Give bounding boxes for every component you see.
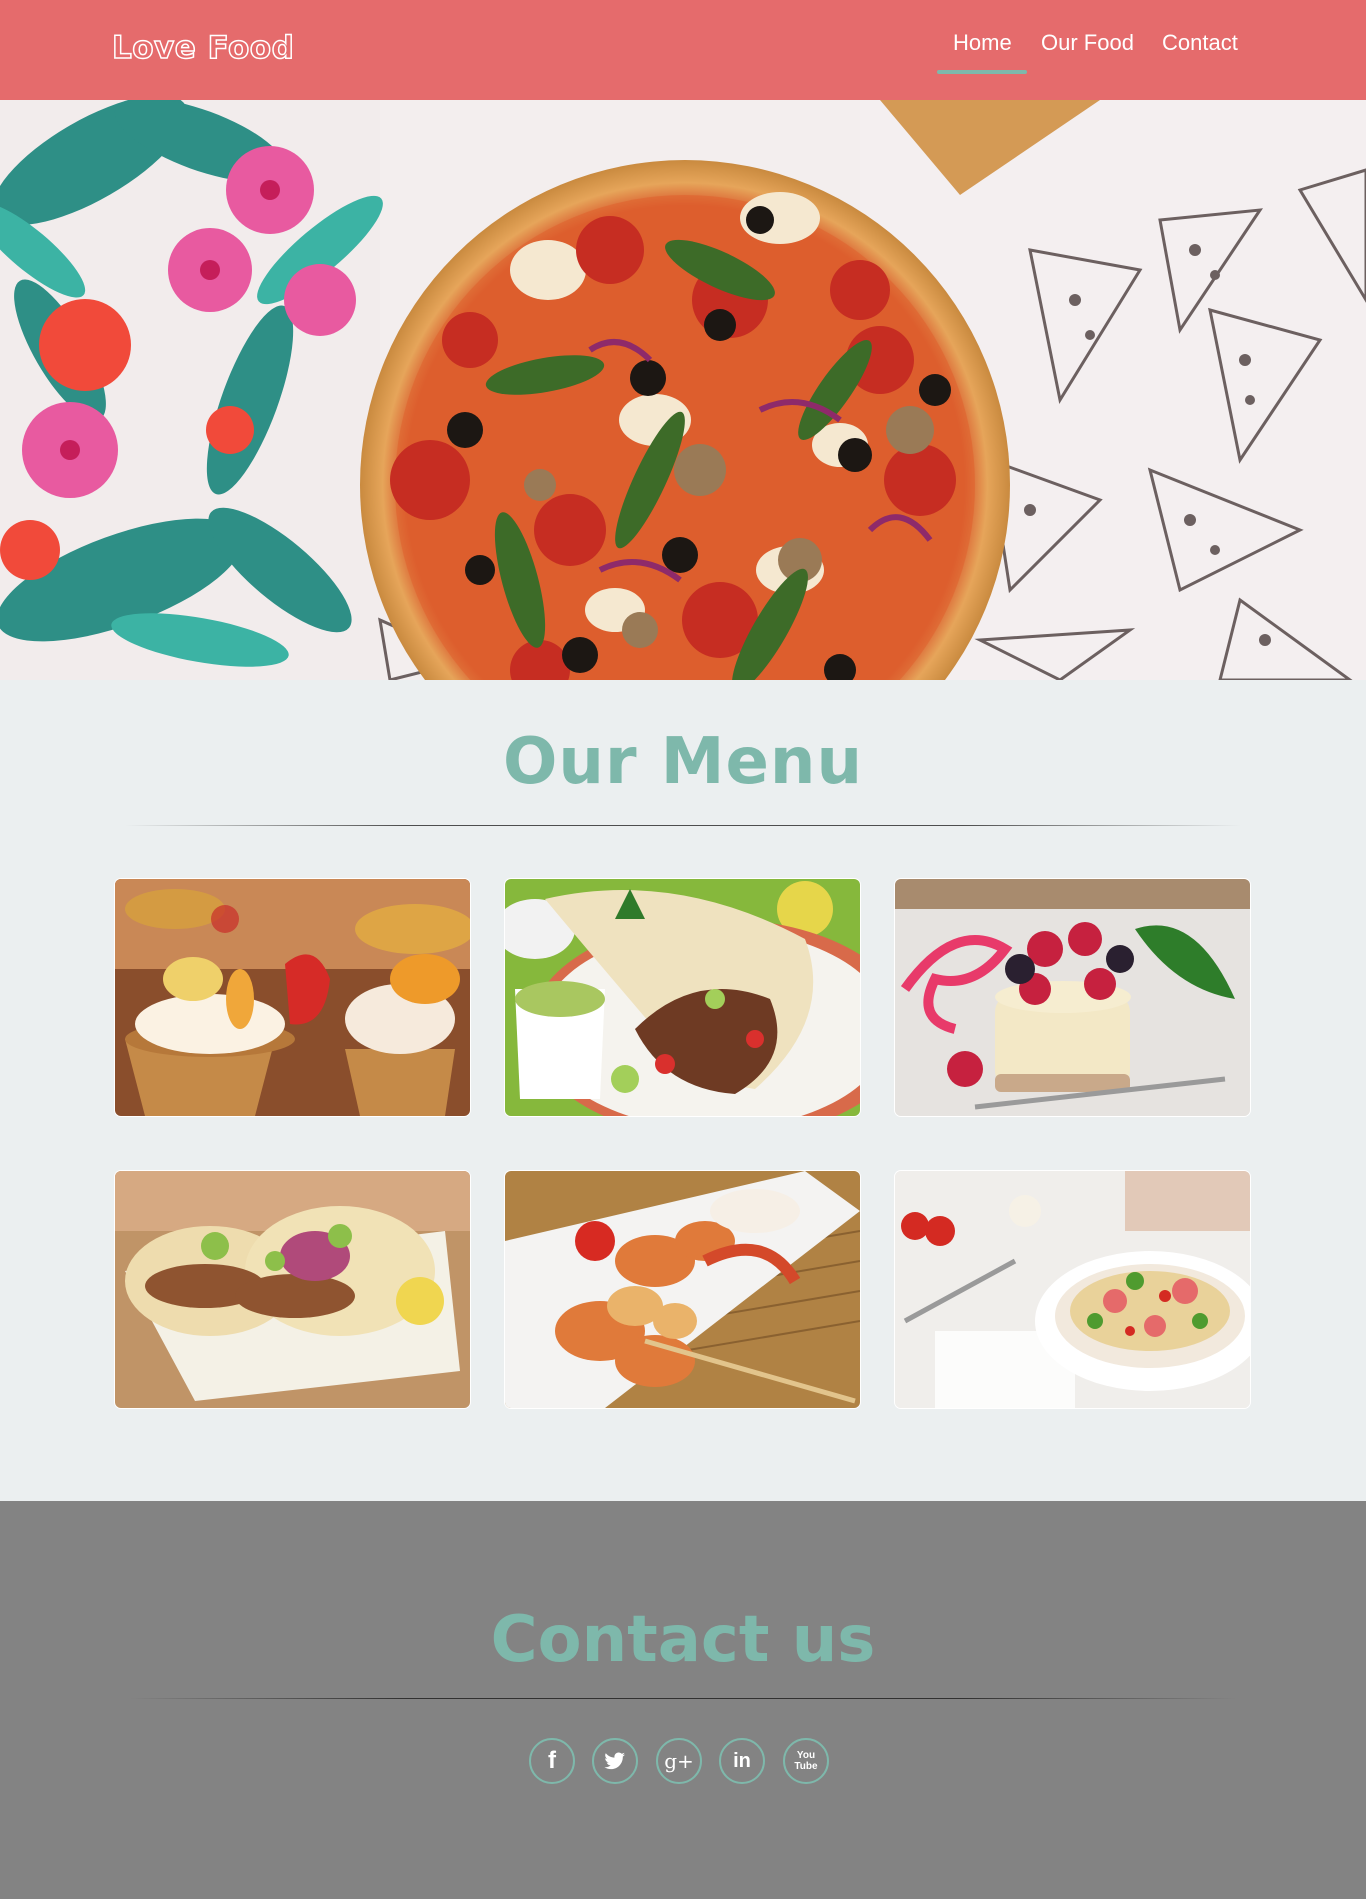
nav-active-indicator [937, 70, 1027, 74]
menu-item-pasta-salad[interactable] [895, 1171, 1250, 1408]
youtube-icon[interactable]: You Tube [783, 1738, 829, 1784]
facebook-icon[interactable]: f [529, 1738, 575, 1784]
menu-item-burrito[interactable] [505, 879, 860, 1116]
menu-item-grilled-seafood[interactable] [505, 1171, 860, 1408]
pasta-salad-image [895, 1171, 1250, 1408]
twitter-bird-glyph [604, 1752, 625, 1770]
nav-home-link[interactable]: Home [953, 30, 1012, 56]
cheesecake-berries-image [895, 879, 1250, 1116]
pizza-hero-image [0, 100, 1366, 680]
twitter-icon[interactable] [592, 1738, 638, 1784]
tacos-image [115, 1171, 470, 1408]
contact-title-divider [130, 1698, 1236, 1699]
menu-title-divider [125, 825, 1241, 826]
menu-item-tacos[interactable] [115, 1171, 470, 1408]
hero-banner [0, 100, 1366, 680]
burrito-image [505, 879, 860, 1116]
contact-section-title: Contact us [490, 1603, 876, 1677]
google-plus-icon[interactable]: g+ [656, 1738, 702, 1784]
top-navbar: Love Food Home Our Food Contact [0, 0, 1366, 100]
brand-logo[interactable]: Love Food [111, 29, 294, 67]
menu-item-fruit-tarts[interactable] [115, 879, 470, 1116]
menu-section-title: Our Menu [502, 725, 864, 799]
grilled-seafood-image [505, 1171, 860, 1408]
nav-our-food-link[interactable]: Our Food [1041, 30, 1134, 56]
contact-section: Contact us f g+ in You Tube [0, 1501, 1366, 1899]
linkedin-icon[interactable]: in [719, 1738, 765, 1784]
fruit-tarts-image [115, 879, 470, 1116]
menu-item-cheesecake[interactable] [895, 879, 1250, 1116]
nav-contact-link[interactable]: Contact [1162, 30, 1238, 56]
